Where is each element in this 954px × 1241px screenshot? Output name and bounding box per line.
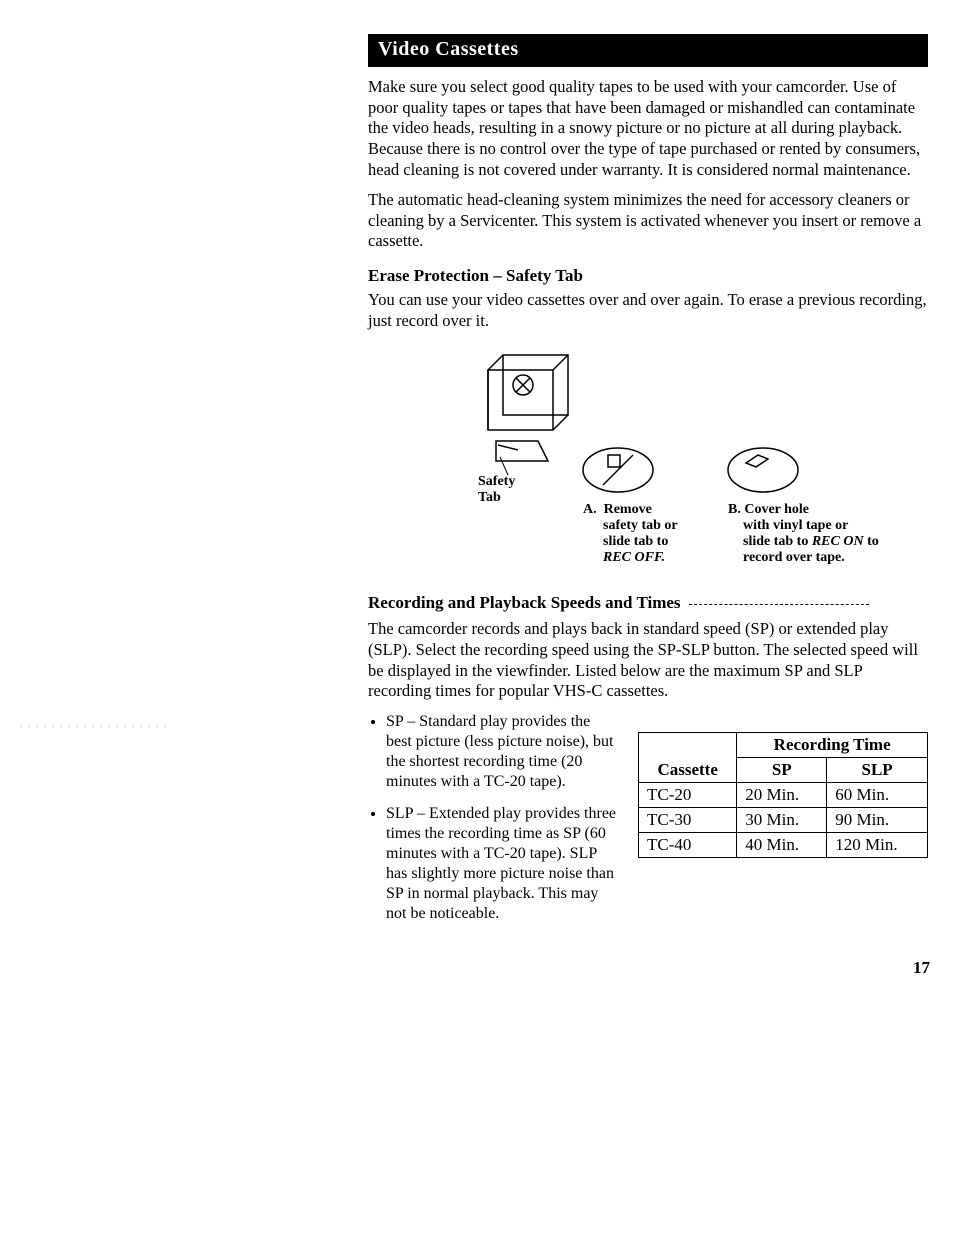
cell-slp: 120 Min. [827,832,928,857]
col-cassette: Cassette [639,732,737,782]
bullet-sp: SP – Standard play provides the best pic… [386,712,618,792]
intro-paragraph-2: The automatic head-cleaning system minim… [368,190,928,252]
svg-text:slide tab to: slide tab to [603,534,668,549]
col-slp: SLP [827,757,928,782]
svg-text:with vinyl tape or: with vinyl tape or [743,518,848,533]
safety-tab-label-2: Tab [478,490,501,505]
safety-tab-diagram: Safety Tab A. Remove safety tab or slide… [368,345,928,575]
bullet-slp: SLP – Extended play provides three times… [386,804,618,924]
cell-cassette: TC-40 [639,832,737,857]
svg-text:record over tape.: record over tape. [743,550,845,565]
diagram-b-caption: B. Cover hole [728,502,809,517]
cell-sp: 30 Min. [737,807,827,832]
table-row: TC-30 30 Min. 90 Min. [639,807,928,832]
safety-tab-label: Safety [478,474,515,489]
cell-slp: 90 Min. [827,807,928,832]
table-row: TC-20 20 Min. 60 Min. [639,782,928,807]
cassette-tab-remove-icon [583,448,653,492]
cell-sp: 40 Min. [737,832,827,857]
intro-paragraph-1: Make sure you select good quality tapes … [368,77,928,180]
speeds-heading: Recording and Playback Speeds and Times [368,593,928,613]
main-content: Video Cassettes Make sure you select goo… [368,34,928,936]
speed-bullet-list: SP – Standard play provides the best pic… [368,712,618,936]
section-header: Video Cassettes [368,34,928,67]
cell-cassette: TC-20 [639,782,737,807]
col-sp: SP [737,757,827,782]
svg-text:REC OFF.: REC OFF. [602,550,665,565]
cell-cassette: TC-30 [639,807,737,832]
table-row: TC-40 40 Min. 120 Min. [639,832,928,857]
recording-time-table: Cassette Recording Time SP SLP TC-20 20 … [638,732,928,858]
svg-text:safety tab or: safety tab or [603,518,678,533]
page-number: 17 [913,958,930,978]
cassette-large-icon [488,355,568,461]
cell-slp: 60 Min. [827,782,928,807]
diagram-a-caption: A. Remove [583,502,652,517]
speeds-paragraph: The camcorder records and plays back in … [368,619,928,702]
svg-text:slide tab to REC ON to: slide tab to REC ON to [743,534,879,549]
cassette-tab-cover-icon [728,448,798,492]
scan-artifact-text: . . . . . . . . . . . . . . . . . . . [20,716,168,731]
erase-protection-heading: Erase Protection – Safety Tab [368,266,928,286]
cell-sp: 20 Min. [737,782,827,807]
col-recording-time: Recording Time [737,732,928,757]
erase-protection-paragraph: You can use your video cassettes over an… [368,290,928,331]
